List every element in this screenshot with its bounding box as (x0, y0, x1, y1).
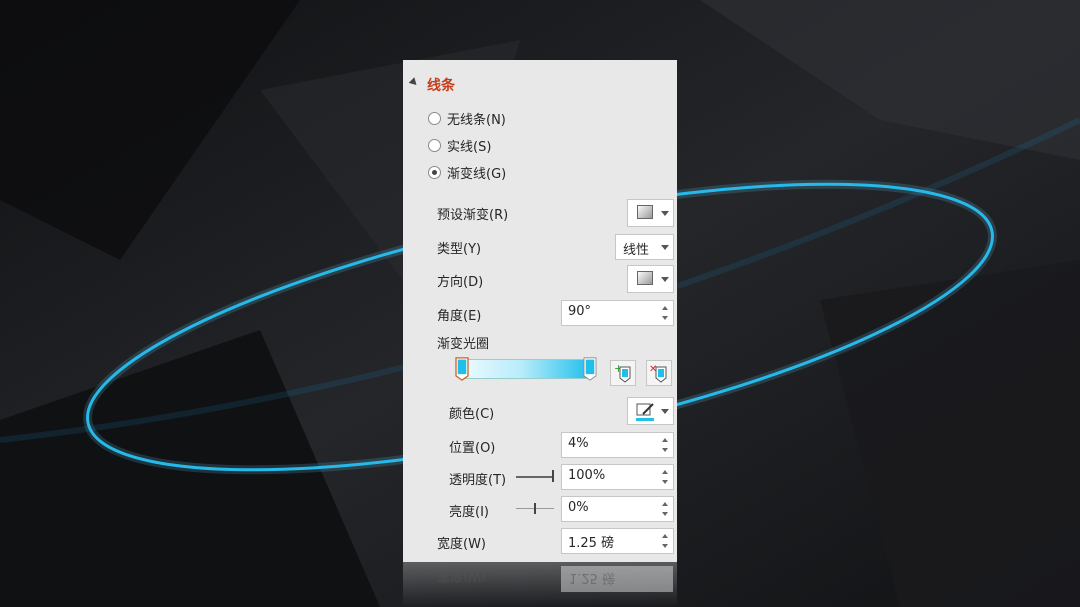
width-value: 1.25 磅 (568, 536, 615, 551)
spin-down-icon[interactable] (662, 480, 668, 484)
transparency-slider[interactable] (516, 476, 554, 478)
position-spinner[interactable]: 4% (561, 432, 674, 458)
direction-swatch-icon (637, 271, 653, 285)
width-spinner[interactable]: 1.25 磅 (561, 528, 674, 554)
spin-down-icon[interactable] (662, 448, 668, 452)
color-label: 颜色(C) (449, 407, 495, 422)
chevron-down-icon (661, 409, 669, 414)
angle-label: 角度(E) (437, 309, 482, 324)
gradient-line-label[interactable]: 渐变线(G) (447, 163, 506, 182)
pen-color-icon (636, 403, 654, 421)
chevron-down-icon (661, 211, 669, 216)
panel-reflection: 宽度(W) 1.25 磅 (403, 562, 677, 607)
preset-gradient-label: 预设渐变(R) (437, 208, 509, 223)
section-title[interactable]: 线条 (427, 75, 455, 95)
gradient-line-radio[interactable] (428, 166, 441, 179)
gradient-stop-handle-left[interactable] (455, 357, 469, 381)
angle-value: 90° (568, 304, 592, 319)
spin-up-icon[interactable] (662, 306, 668, 310)
remove-gradient-stop-button[interactable]: ✕ (646, 360, 672, 386)
transparency-label: 透明度(T) (449, 473, 507, 488)
format-shape-panel: 线条 无线条(N) 实线(S) 渐变线(G) 预设渐变(R) 类型(Y) 线性 … (403, 60, 677, 562)
color-picker-button[interactable] (627, 397, 674, 425)
transparency-slider-thumb[interactable] (552, 470, 554, 482)
brightness-slider-thumb[interactable] (534, 503, 536, 514)
add-gradient-stop-button[interactable]: + (610, 360, 636, 386)
transparency-spinner[interactable]: 100% (561, 464, 674, 490)
spin-up-icon[interactable] (662, 502, 668, 506)
reflection-label: 宽度(W) (437, 568, 486, 583)
remove-stop-icon: ✕ (649, 364, 667, 383)
gradient-stops-bar[interactable] (463, 359, 592, 379)
type-value: 线性 (623, 243, 650, 258)
brightness-label: 亮度(I) (449, 505, 489, 520)
spin-down-icon[interactable] (662, 512, 668, 516)
no-line-label[interactable]: 无线条(N) (447, 109, 506, 128)
spin-up-icon[interactable] (662, 534, 668, 538)
solid-line-radio[interactable] (428, 139, 441, 152)
no-line-radio[interactable] (428, 112, 441, 125)
preset-gradient-dropdown[interactable] (627, 199, 674, 227)
solid-line-label[interactable]: 实线(S) (447, 136, 491, 155)
collapse-arrow-icon[interactable] (408, 77, 420, 88)
type-dropdown[interactable]: 线性 (615, 234, 674, 260)
spin-up-icon[interactable] (662, 470, 668, 474)
position-label: 位置(O) (449, 441, 496, 456)
reflection-value: 1.25 磅 (569, 570, 616, 585)
chevron-down-icon (661, 277, 669, 282)
spin-up-icon[interactable] (662, 438, 668, 442)
position-value: 4% (568, 436, 589, 451)
direction-label: 方向(D) (437, 275, 484, 290)
gradient-stop-handle-right[interactable] (583, 357, 597, 381)
add-stop-icon: + (614, 362, 631, 383)
width-label: 宽度(W) (437, 537, 486, 552)
spin-down-icon[interactable] (662, 316, 668, 320)
gradient-swatch-icon (637, 205, 653, 219)
direction-dropdown[interactable] (627, 265, 674, 293)
gradient-stops-label: 渐变光圈 (437, 337, 490, 352)
spin-down-icon[interactable] (662, 544, 668, 548)
brightness-value: 0% (568, 500, 589, 515)
brightness-spinner[interactable]: 0% (561, 496, 674, 522)
transparency-value: 100% (568, 468, 606, 483)
chevron-down-icon (661, 245, 669, 250)
type-label: 类型(Y) (437, 242, 482, 257)
angle-spinner[interactable]: 90° (561, 300, 674, 326)
